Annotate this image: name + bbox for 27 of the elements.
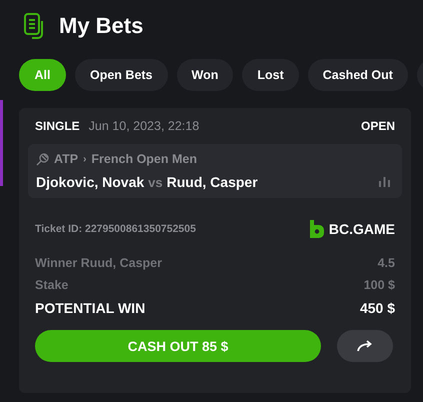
bet-date: Jun 10, 2023, 22:18 bbox=[88, 119, 200, 133]
row-value: 100 $ bbox=[364, 278, 395, 292]
player-name: Ruud, Casper bbox=[166, 174, 258, 190]
row-value: 450 $ bbox=[360, 300, 395, 316]
league-name: ATP bbox=[54, 152, 78, 166]
filter-tab[interactable]: Open Bets bbox=[75, 59, 168, 91]
page-title: My Bets bbox=[59, 13, 144, 39]
bet-type: SINGLE bbox=[35, 119, 80, 133]
brand-name: BC.GAME bbox=[328, 221, 395, 237]
share-icon bbox=[357, 340, 373, 352]
row-label: Stake bbox=[35, 278, 68, 292]
tournament-name: French Open Men bbox=[91, 152, 197, 166]
filter-tab[interactable]: Lost bbox=[242, 59, 299, 91]
ticket-id: Ticket ID: 2279500861350752505 bbox=[35, 223, 196, 235]
share-button[interactable] bbox=[337, 330, 393, 362]
separator-text: › bbox=[83, 154, 86, 164]
documents-icon bbox=[24, 13, 46, 39]
bet-status: OPEN bbox=[360, 119, 395, 133]
versus-text: vs bbox=[148, 174, 163, 190]
filter-tab[interactable]: Won bbox=[176, 59, 234, 91]
row-label: POTENTIAL WIN bbox=[35, 300, 146, 316]
row-value: 4.5 bbox=[378, 256, 395, 270]
row-label: Winner Ruud, Casper bbox=[35, 256, 162, 270]
brand-logo-icon bbox=[310, 220, 324, 238]
player-name: Djokovic, Novak bbox=[36, 174, 144, 190]
stats-icon[interactable] bbox=[379, 177, 390, 187]
filter-tab[interactable]: Cashed Out bbox=[308, 59, 408, 91]
